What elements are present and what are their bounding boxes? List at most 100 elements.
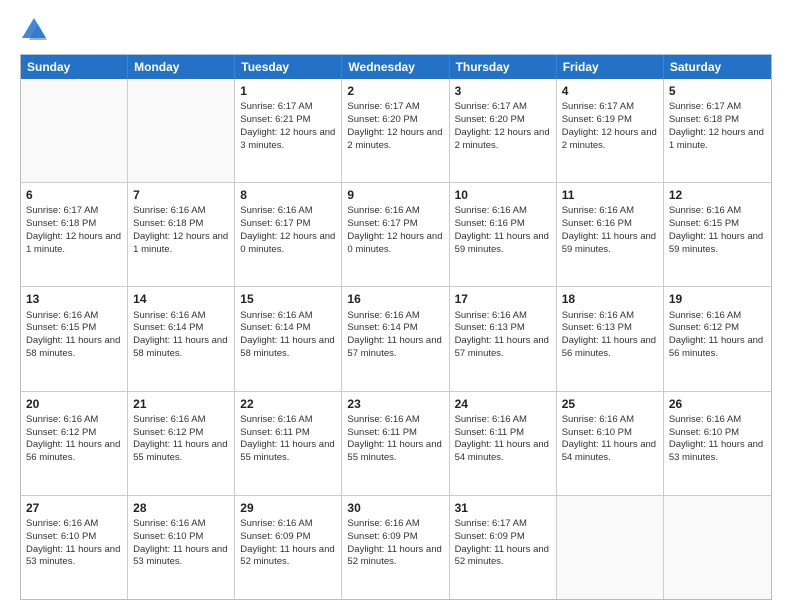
day-number: 5 [669, 83, 766, 99]
calendar-cell: 27Sunrise: 6:16 AMSunset: 6:10 PMDayligh… [21, 496, 128, 599]
calendar-header-cell: Tuesday [235, 55, 342, 79]
calendar-cell: 6Sunrise: 6:17 AMSunset: 6:18 PMDaylight… [21, 183, 128, 286]
day-number: 29 [240, 500, 336, 516]
calendar-cell: 3Sunrise: 6:17 AMSunset: 6:20 PMDaylight… [450, 79, 557, 182]
sunset-text: Sunset: 6:15 PM [669, 218, 766, 231]
sunrise-text: Sunrise: 6:16 AM [669, 414, 766, 427]
daylight-text: Daylight: 11 hours and 58 minutes. [240, 335, 336, 361]
calendar-cell: 19Sunrise: 6:16 AMSunset: 6:12 PMDayligh… [664, 287, 771, 390]
calendar-week: 1Sunrise: 6:17 AMSunset: 6:21 PMDaylight… [21, 79, 771, 183]
sunrise-text: Sunrise: 6:16 AM [669, 310, 766, 323]
sunset-text: Sunset: 6:17 PM [240, 218, 336, 231]
calendar-cell: 15Sunrise: 6:16 AMSunset: 6:14 PMDayligh… [235, 287, 342, 390]
sunset-text: Sunset: 6:13 PM [455, 322, 551, 335]
sunrise-text: Sunrise: 6:16 AM [347, 414, 443, 427]
daylight-text: Daylight: 11 hours and 55 minutes. [133, 439, 229, 465]
sunset-text: Sunset: 6:14 PM [347, 322, 443, 335]
daylight-text: Daylight: 11 hours and 57 minutes. [455, 335, 551, 361]
sunrise-text: Sunrise: 6:16 AM [240, 310, 336, 323]
day-number: 26 [669, 396, 766, 412]
calendar-cell: 1Sunrise: 6:17 AMSunset: 6:21 PMDaylight… [235, 79, 342, 182]
logo [20, 16, 52, 44]
sunset-text: Sunset: 6:09 PM [347, 531, 443, 544]
daylight-text: Daylight: 12 hours and 1 minute. [26, 231, 122, 257]
sunset-text: Sunset: 6:11 PM [455, 427, 551, 440]
day-number: 2 [347, 83, 443, 99]
daylight-text: Daylight: 11 hours and 57 minutes. [347, 335, 443, 361]
daylight-text: Daylight: 11 hours and 53 minutes. [669, 439, 766, 465]
sunset-text: Sunset: 6:20 PM [455, 114, 551, 127]
sunset-text: Sunset: 6:13 PM [562, 322, 658, 335]
day-number: 6 [26, 187, 122, 203]
calendar-cell: 26 Sunrise: 6:16 AMSunset: 6:10 PMDayligh… [664, 392, 771, 495]
daylight-text: Daylight: 11 hours and 53 minutes. [133, 544, 229, 570]
calendar-cell [21, 79, 128, 182]
calendar-cell [664, 496, 771, 599]
sunrise-text: Sunrise: 6:16 AM [133, 205, 229, 218]
sunrise-text: Sunrise: 6:16 AM [562, 414, 658, 427]
calendar-cell: 5 Sunrise: 6:17 AMSunset: 6:18 PMDaylight… [664, 79, 771, 182]
sunset-text: Sunset: 6:20 PM [347, 114, 443, 127]
daylight-text: Daylight: 12 hours and 1 minute. [669, 127, 766, 153]
calendar-week: 13Sunrise: 6:16 AMSunset: 6:15 PMDayligh… [21, 287, 771, 391]
sunrise-text: Sunrise: 6:16 AM [455, 205, 551, 218]
sunset-text: Sunset: 6:10 PM [562, 427, 658, 440]
daylight-text: Daylight: 11 hours and 52 minutes. [455, 544, 551, 570]
sunset-text: Sunset: 6:18 PM [669, 114, 766, 127]
day-number: 9 [347, 187, 443, 203]
calendar-cell [557, 496, 664, 599]
sunrise-text: Sunrise: 6:16 AM [455, 414, 551, 427]
day-number: 18 [562, 291, 658, 307]
sunrise-text: Sunrise: 6:16 AM [455, 310, 551, 323]
day-number: 10 [455, 187, 551, 203]
daylight-text: Daylight: 11 hours and 55 minutes. [240, 439, 336, 465]
daylight-text: Daylight: 11 hours and 52 minutes. [240, 544, 336, 570]
sunset-text: Sunset: 6:09 PM [455, 531, 551, 544]
sunset-text: Sunset: 6:17 PM [347, 218, 443, 231]
day-number: 30 [347, 500, 443, 516]
calendar-cell: 7Sunrise: 6:16 AMSunset: 6:18 PMDaylight… [128, 183, 235, 286]
day-number: 20 [26, 396, 122, 412]
sunset-text: Sunset: 6:19 PM [562, 114, 658, 127]
sunset-text: Sunset: 6:10 PM [133, 531, 229, 544]
daylight-text: Daylight: 12 hours and 2 minutes. [562, 127, 658, 153]
calendar-body: 1Sunrise: 6:17 AMSunset: 6:21 PMDaylight… [21, 79, 771, 599]
page: SundayMondayTuesdayWednesdayThursdayFrid… [0, 0, 792, 612]
daylight-text: Daylight: 11 hours and 52 minutes. [347, 544, 443, 570]
day-number: 24 [455, 396, 551, 412]
sunset-text: Sunset: 6:16 PM [455, 218, 551, 231]
day-number: 25 [562, 396, 658, 412]
sunrise-text: Sunrise: 6:17 AM [562, 101, 658, 114]
calendar-cell: 25Sunrise: 6:16 AMSunset: 6:10 PMDayligh… [557, 392, 664, 495]
sunset-text: Sunset: 6:11 PM [347, 427, 443, 440]
daylight-text: Daylight: 11 hours and 58 minutes. [26, 335, 122, 361]
sunrise-text: Sunrise: 6:16 AM [133, 414, 229, 427]
calendar-header-cell: Thursday [450, 55, 557, 79]
calendar-week: 6Sunrise: 6:17 AMSunset: 6:18 PMDaylight… [21, 183, 771, 287]
sunset-text: Sunset: 6:21 PM [240, 114, 336, 127]
calendar-cell: 2 Sunrise: 6:17 AMSunset: 6:20 PMDaylight… [342, 79, 449, 182]
sunrise-text: Sunrise: 6:17 AM [669, 101, 766, 114]
sunrise-text: Sunrise: 6:16 AM [347, 310, 443, 323]
calendar-cell: 8Sunrise: 6:16 AMSunset: 6:17 PMDaylight… [235, 183, 342, 286]
calendar-cell: 14Sunrise: 6:16 AMSunset: 6:14 PMDayligh… [128, 287, 235, 390]
daylight-text: Daylight: 11 hours and 56 minutes. [669, 335, 766, 361]
day-number: 4 [562, 83, 658, 99]
day-number: 23 [347, 396, 443, 412]
day-number: 3 [455, 83, 551, 99]
sunrise-text: Sunrise: 6:16 AM [26, 518, 122, 531]
sunrise-text: Sunrise: 6:17 AM [347, 101, 443, 114]
sunset-text: Sunset: 6:10 PM [669, 427, 766, 440]
daylight-text: Daylight: 12 hours and 2 minutes. [347, 127, 443, 153]
sunrise-text: Sunrise: 6:16 AM [133, 518, 229, 531]
calendar-cell: 21Sunrise: 6:16 AMSunset: 6:12 PMDayligh… [128, 392, 235, 495]
daylight-text: Daylight: 12 hours and 3 minutes. [240, 127, 336, 153]
sunrise-text: Sunrise: 6:16 AM [347, 518, 443, 531]
day-number: 11 [562, 187, 658, 203]
day-number: 7 [133, 187, 229, 203]
sunset-text: Sunset: 6:12 PM [26, 427, 122, 440]
day-number: 19 [669, 291, 766, 307]
sunrise-text: Sunrise: 6:16 AM [347, 205, 443, 218]
daylight-text: Daylight: 11 hours and 56 minutes. [26, 439, 122, 465]
calendar-cell: 31Sunrise: 6:17 AMSunset: 6:09 PMDayligh… [450, 496, 557, 599]
